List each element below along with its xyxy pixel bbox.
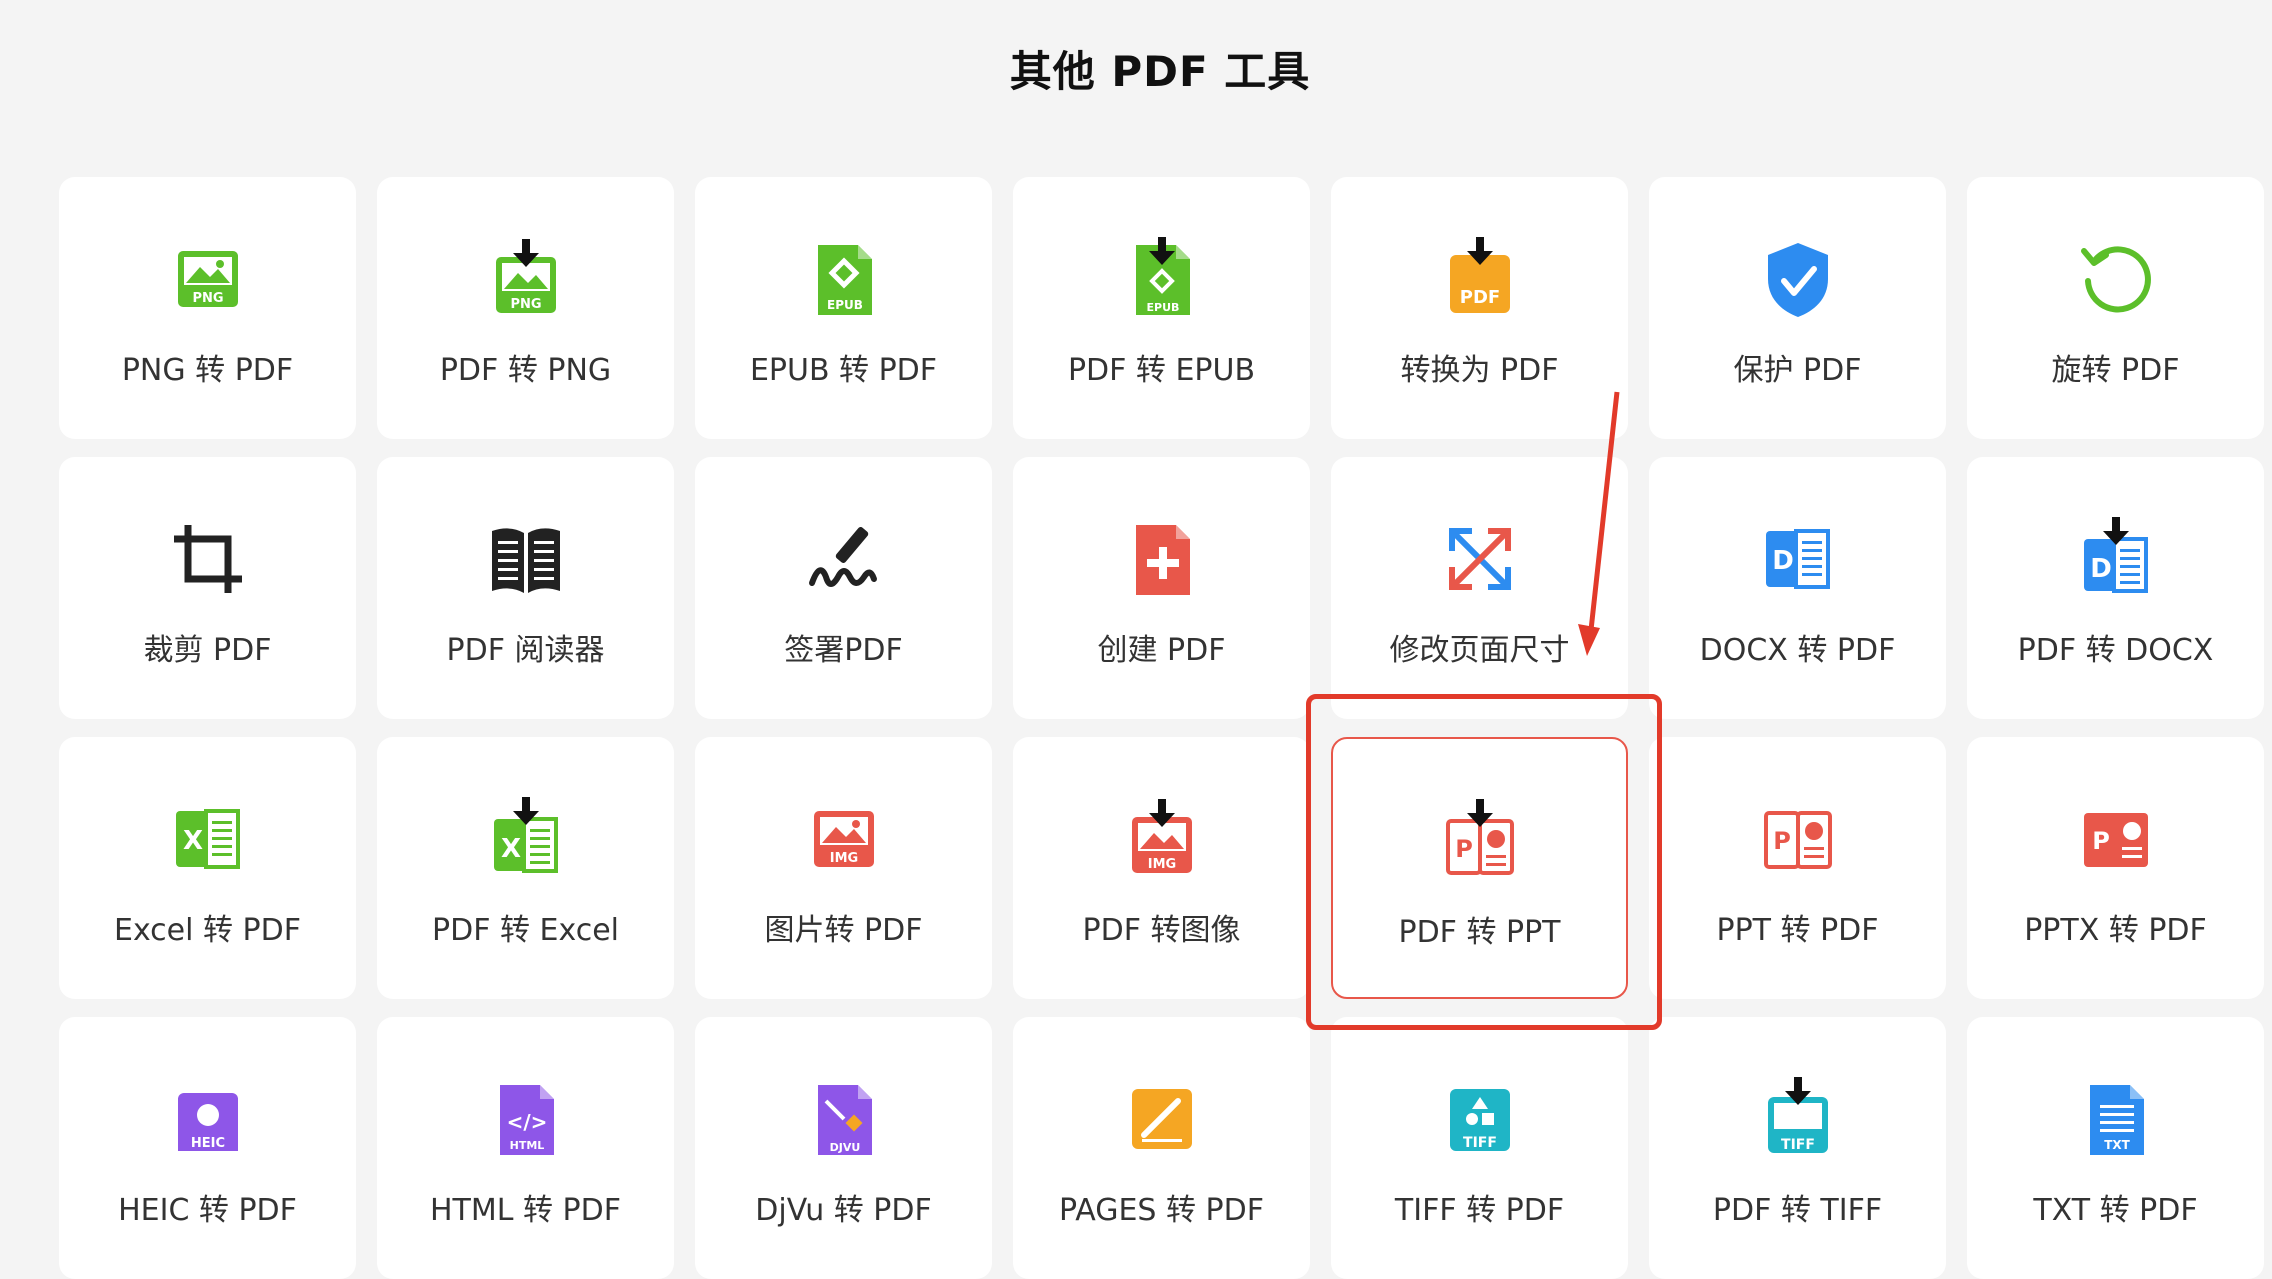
annotation-arrow bbox=[1578, 391, 1620, 656]
